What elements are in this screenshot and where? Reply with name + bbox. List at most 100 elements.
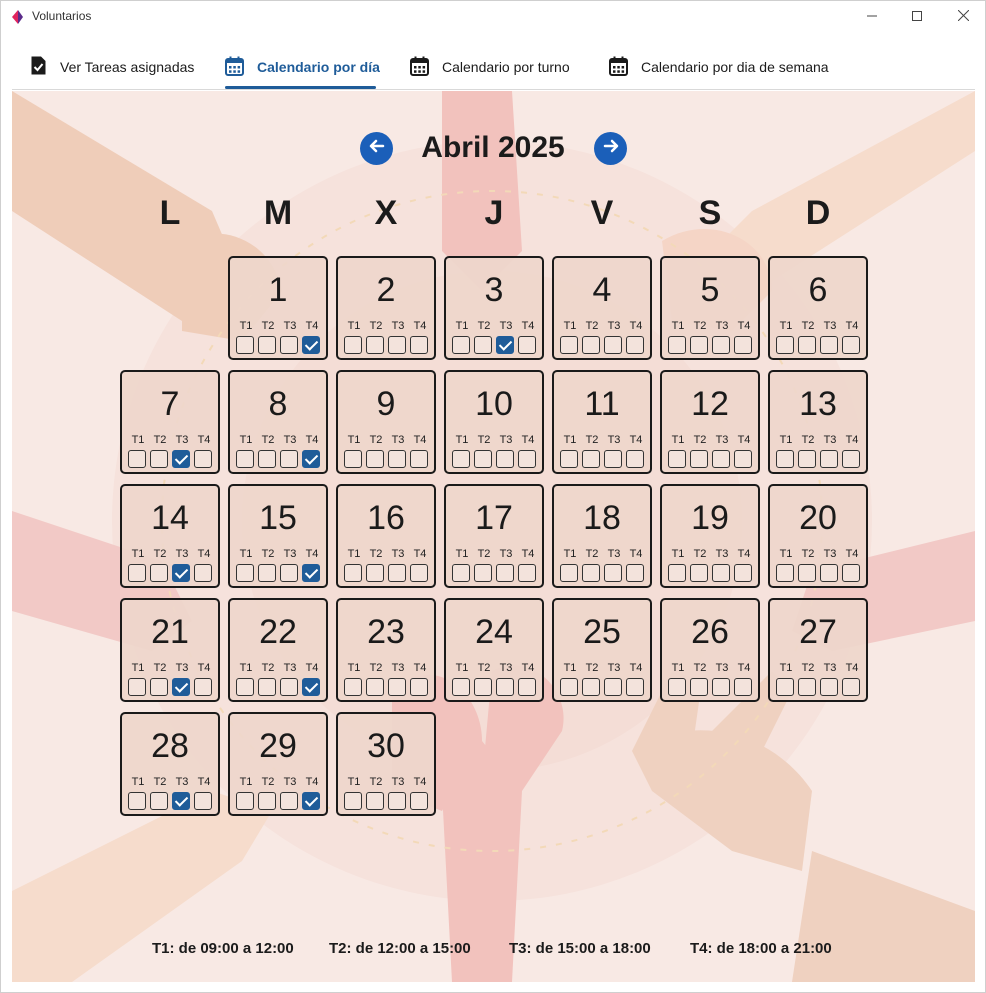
- day-cell[interactable]: 6 T1 T2 T3 T4: [768, 256, 868, 360]
- shift-checkbox-t3[interactable]: [388, 450, 406, 468]
- shift-checkbox-t4[interactable]: [518, 336, 536, 354]
- shift-checkbox-t4[interactable]: [302, 792, 320, 810]
- shift-checkbox-t3[interactable]: [172, 792, 190, 810]
- shift-checkbox-t2[interactable]: [798, 450, 816, 468]
- shift-checkbox-t1[interactable]: [236, 336, 254, 354]
- shift-checkbox-t4[interactable]: [734, 678, 752, 696]
- shift-checkbox-t2[interactable]: [582, 564, 600, 582]
- day-cell[interactable]: 18 T1 T2 T3 T4: [552, 484, 652, 588]
- shift-checkbox-t1[interactable]: [128, 564, 146, 582]
- day-cell[interactable]: 29 T1 T2 T3 T4: [228, 712, 328, 816]
- shift-checkbox-t2[interactable]: [690, 336, 708, 354]
- shift-checkbox-t2[interactable]: [150, 678, 168, 696]
- shift-checkbox-t2[interactable]: [474, 678, 492, 696]
- day-cell[interactable]: 14 T1 T2 T3 T4: [120, 484, 220, 588]
- shift-checkbox-t2[interactable]: [690, 450, 708, 468]
- shift-checkbox-t3[interactable]: [280, 678, 298, 696]
- shift-checkbox-t4[interactable]: [842, 336, 860, 354]
- shift-checkbox-t3[interactable]: [712, 450, 730, 468]
- day-cell[interactable]: 17 T1 T2 T3 T4: [444, 484, 544, 588]
- shift-checkbox-t3[interactable]: [280, 792, 298, 810]
- shift-checkbox-t4[interactable]: [734, 450, 752, 468]
- shift-checkbox-t2[interactable]: [366, 336, 384, 354]
- shift-checkbox-t3[interactable]: [496, 450, 514, 468]
- day-cell[interactable]: 8 T1 T2 T3 T4: [228, 370, 328, 474]
- minimize-button[interactable]: [849, 1, 895, 33]
- shift-checkbox-t3[interactable]: [604, 336, 622, 354]
- shift-checkbox-t4[interactable]: [410, 678, 428, 696]
- shift-checkbox-t1[interactable]: [776, 678, 794, 696]
- shift-checkbox-t4[interactable]: [410, 792, 428, 810]
- day-cell[interactable]: 9 T1 T2 T3 T4: [336, 370, 436, 474]
- shift-checkbox-t1[interactable]: [452, 564, 470, 582]
- shift-checkbox-t1[interactable]: [776, 450, 794, 468]
- shift-checkbox-t1[interactable]: [452, 336, 470, 354]
- shift-checkbox-t1[interactable]: [236, 792, 254, 810]
- shift-checkbox-t3[interactable]: [388, 564, 406, 582]
- shift-checkbox-t4[interactable]: [626, 336, 644, 354]
- shift-checkbox-t2[interactable]: [366, 564, 384, 582]
- shift-checkbox-t2[interactable]: [582, 678, 600, 696]
- shift-checkbox-t1[interactable]: [452, 450, 470, 468]
- shift-checkbox-t1[interactable]: [344, 336, 362, 354]
- shift-checkbox-t4[interactable]: [626, 678, 644, 696]
- day-cell[interactable]: 22 T1 T2 T3 T4: [228, 598, 328, 702]
- shift-checkbox-t3[interactable]: [820, 450, 838, 468]
- shift-checkbox-t3[interactable]: [172, 564, 190, 582]
- maximize-button[interactable]: [894, 1, 940, 33]
- day-cell[interactable]: 15 T1 T2 T3 T4: [228, 484, 328, 588]
- shift-checkbox-t2[interactable]: [690, 564, 708, 582]
- shift-checkbox-t3[interactable]: [172, 678, 190, 696]
- day-cell[interactable]: 21 T1 T2 T3 T4: [120, 598, 220, 702]
- shift-checkbox-t1[interactable]: [560, 450, 578, 468]
- shift-checkbox-t3[interactable]: [820, 564, 838, 582]
- shift-checkbox-t3[interactable]: [496, 678, 514, 696]
- shift-checkbox-t2[interactable]: [258, 336, 276, 354]
- shift-checkbox-t4[interactable]: [302, 336, 320, 354]
- shift-checkbox-t3[interactable]: [496, 336, 514, 354]
- day-cell[interactable]: 16 T1 T2 T3 T4: [336, 484, 436, 588]
- shift-checkbox-t3[interactable]: [388, 792, 406, 810]
- shift-checkbox-t1[interactable]: [128, 678, 146, 696]
- shift-checkbox-t2[interactable]: [258, 450, 276, 468]
- shift-checkbox-t1[interactable]: [452, 678, 470, 696]
- shift-checkbox-t1[interactable]: [560, 678, 578, 696]
- shift-checkbox-t1[interactable]: [344, 450, 362, 468]
- shift-checkbox-t1[interactable]: [344, 792, 362, 810]
- shift-checkbox-t4[interactable]: [734, 336, 752, 354]
- shift-checkbox-t3[interactable]: [388, 336, 406, 354]
- shift-checkbox-t4[interactable]: [842, 450, 860, 468]
- shift-checkbox-t1[interactable]: [236, 678, 254, 696]
- shift-checkbox-t1[interactable]: [668, 564, 686, 582]
- shift-checkbox-t1[interactable]: [344, 678, 362, 696]
- shift-checkbox-t2[interactable]: [258, 792, 276, 810]
- day-cell[interactable]: 20 T1 T2 T3 T4: [768, 484, 868, 588]
- close-button[interactable]: [940, 1, 986, 33]
- day-cell[interactable]: 11 T1 T2 T3 T4: [552, 370, 652, 474]
- day-cell[interactable]: 12 T1 T2 T3 T4: [660, 370, 760, 474]
- day-cell[interactable]: 19 T1 T2 T3 T4: [660, 484, 760, 588]
- day-cell[interactable]: 24 T1 T2 T3 T4: [444, 598, 544, 702]
- shift-checkbox-t4[interactable]: [410, 336, 428, 354]
- shift-checkbox-t4[interactable]: [518, 450, 536, 468]
- tab-calendario-por-dia-de-semana[interactable]: Calendario por dia de semana: [609, 45, 829, 89]
- shift-checkbox-t3[interactable]: [280, 450, 298, 468]
- shift-checkbox-t1[interactable]: [128, 792, 146, 810]
- shift-checkbox-t4[interactable]: [626, 564, 644, 582]
- shift-checkbox-t4[interactable]: [194, 678, 212, 696]
- shift-checkbox-t3[interactable]: [604, 564, 622, 582]
- shift-checkbox-t4[interactable]: [626, 450, 644, 468]
- shift-checkbox-t1[interactable]: [560, 336, 578, 354]
- day-cell[interactable]: 28 T1 T2 T3 T4: [120, 712, 220, 816]
- day-cell[interactable]: 4 T1 T2 T3 T4: [552, 256, 652, 360]
- day-cell[interactable]: 13 T1 T2 T3 T4: [768, 370, 868, 474]
- shift-checkbox-t1[interactable]: [668, 678, 686, 696]
- shift-checkbox-t4[interactable]: [302, 678, 320, 696]
- shift-checkbox-t1[interactable]: [668, 336, 686, 354]
- shift-checkbox-t4[interactable]: [410, 564, 428, 582]
- shift-checkbox-t3[interactable]: [604, 678, 622, 696]
- shift-checkbox-t1[interactable]: [776, 336, 794, 354]
- shift-checkbox-t3[interactable]: [280, 336, 298, 354]
- shift-checkbox-t4[interactable]: [518, 678, 536, 696]
- shift-checkbox-t2[interactable]: [582, 336, 600, 354]
